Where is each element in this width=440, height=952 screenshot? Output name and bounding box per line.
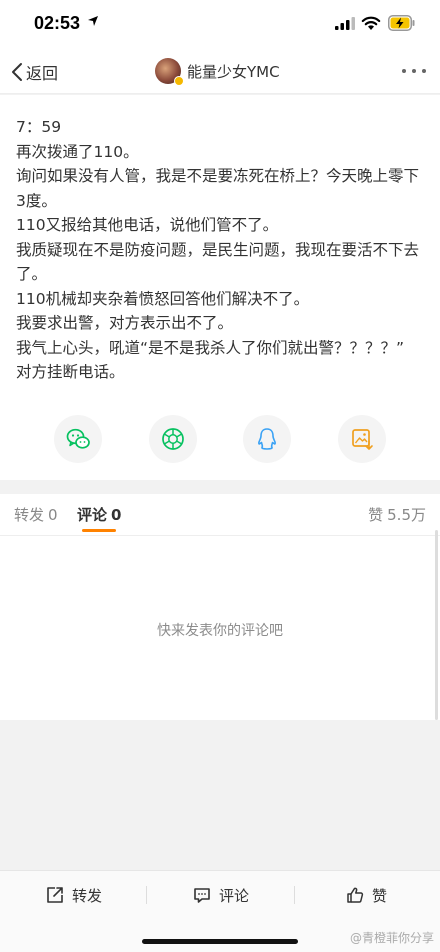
toolbar-divider [294,886,295,904]
post-line: 我要求出警，对方表示出不了。 [16,314,234,332]
tab-comment-label: 评论 [77,506,108,524]
empty-area [0,720,440,870]
comment-button[interactable]: 评论 [193,883,249,907]
section-divider [0,480,440,494]
save-image-button[interactable] [338,415,386,463]
qq-icon [258,428,276,450]
share-moments-button[interactable] [149,415,197,463]
more-options-icon[interactable] [402,69,426,73]
verified-badge-icon [174,76,184,86]
watermark: @青橙菲你分享 [349,931,434,945]
interaction-tabs: 转发 0 评论 0 赞 5.5万 [0,494,440,536]
comment-label: 评论 [219,886,250,905]
avatar[interactable] [155,58,184,86]
home-indicator[interactable] [142,939,298,944]
battery-charging-icon [388,15,415,31]
repost-button[interactable]: 转发 [46,883,102,907]
moments-icon [162,428,184,450]
nav-username[interactable]: 能量少女YMC [187,61,280,82]
post-body: 7：59 再次拨通了110。 询问如果没有人管，我是不是要冻死在桥上？今天晚上零… [16,115,428,385]
save-image-icon [352,429,373,450]
tab-likes-count: 5.5万 [387,506,426,524]
post-line: 7：59 [16,118,62,136]
post-line: 我质疑现在不是防疫问题，是民生问题，我现在要活不下去了。 [16,240,420,284]
scrollbar[interactable] [435,530,438,720]
like-label: 赞 [372,886,388,905]
tab-comment[interactable]: 评论 0 [77,504,121,525]
repost-icon [47,887,63,903]
cellular-signal-icon [335,17,355,30]
nav-bar: 返回 能量少女YMC [0,50,440,94]
nav-user[interactable]: 能量少女YMC [155,58,280,86]
empty-comments-text: 快来发表你的评论吧 [157,623,283,639]
chevron-left-icon [12,63,22,81]
post-line: 再次拨通了110。 [16,142,139,161]
tab-likes-label: 赞 [368,506,384,524]
toolbar-divider [146,886,147,904]
location-arrow-icon [88,16,98,26]
back-button[interactable]: 返回 [10,60,58,84]
tab-likes[interactable]: 赞 5.5万 [368,504,426,525]
tab-comment-count: 0 [111,506,122,524]
comments-panel: 快来发表你的评论吧 [0,536,440,720]
post-line: 我气上心头，吼道“是不是我杀人了你们就出警？？？？” [16,338,405,357]
thumbs-up-icon [347,887,364,903]
status-bar: 02:53 [0,0,440,50]
tab-repost-count: 0 [48,506,58,524]
tab-repost[interactable]: 转发 0 [14,504,58,525]
active-tab-indicator [82,529,116,532]
like-button[interactable]: 赞 [346,883,387,907]
tab-repost-label: 转发 [14,506,45,524]
post-line: 询问如果没有人管，我是不是要冻死在桥上？今天晚上零下3度。 [16,167,420,210]
share-qq-button[interactable] [243,415,291,463]
share-wechat-button[interactable] [54,415,102,463]
post-line: 对方挂断电话。 [16,363,125,381]
post-line: 110机械却夹杂着愤怒回答他们解决不了。 [16,289,310,308]
bottom-toolbar: 转发 评论 赞 @青橙菲你分享 [0,870,440,952]
status-time: 02:53 [34,13,81,33]
share-row [0,415,440,465]
post-card: 7：59 再次拨通了110。 询问如果没有人管，我是不是要冻死在桥上？今天晚上零… [0,95,440,480]
repost-label: 转发 [72,886,103,905]
comment-icon [194,888,210,903]
back-label: 返回 [26,64,59,83]
post-line: 110又报给其他电话，说他们管不了。 [16,216,279,234]
wechat-icon [66,428,90,449]
wifi-icon [361,16,381,30]
